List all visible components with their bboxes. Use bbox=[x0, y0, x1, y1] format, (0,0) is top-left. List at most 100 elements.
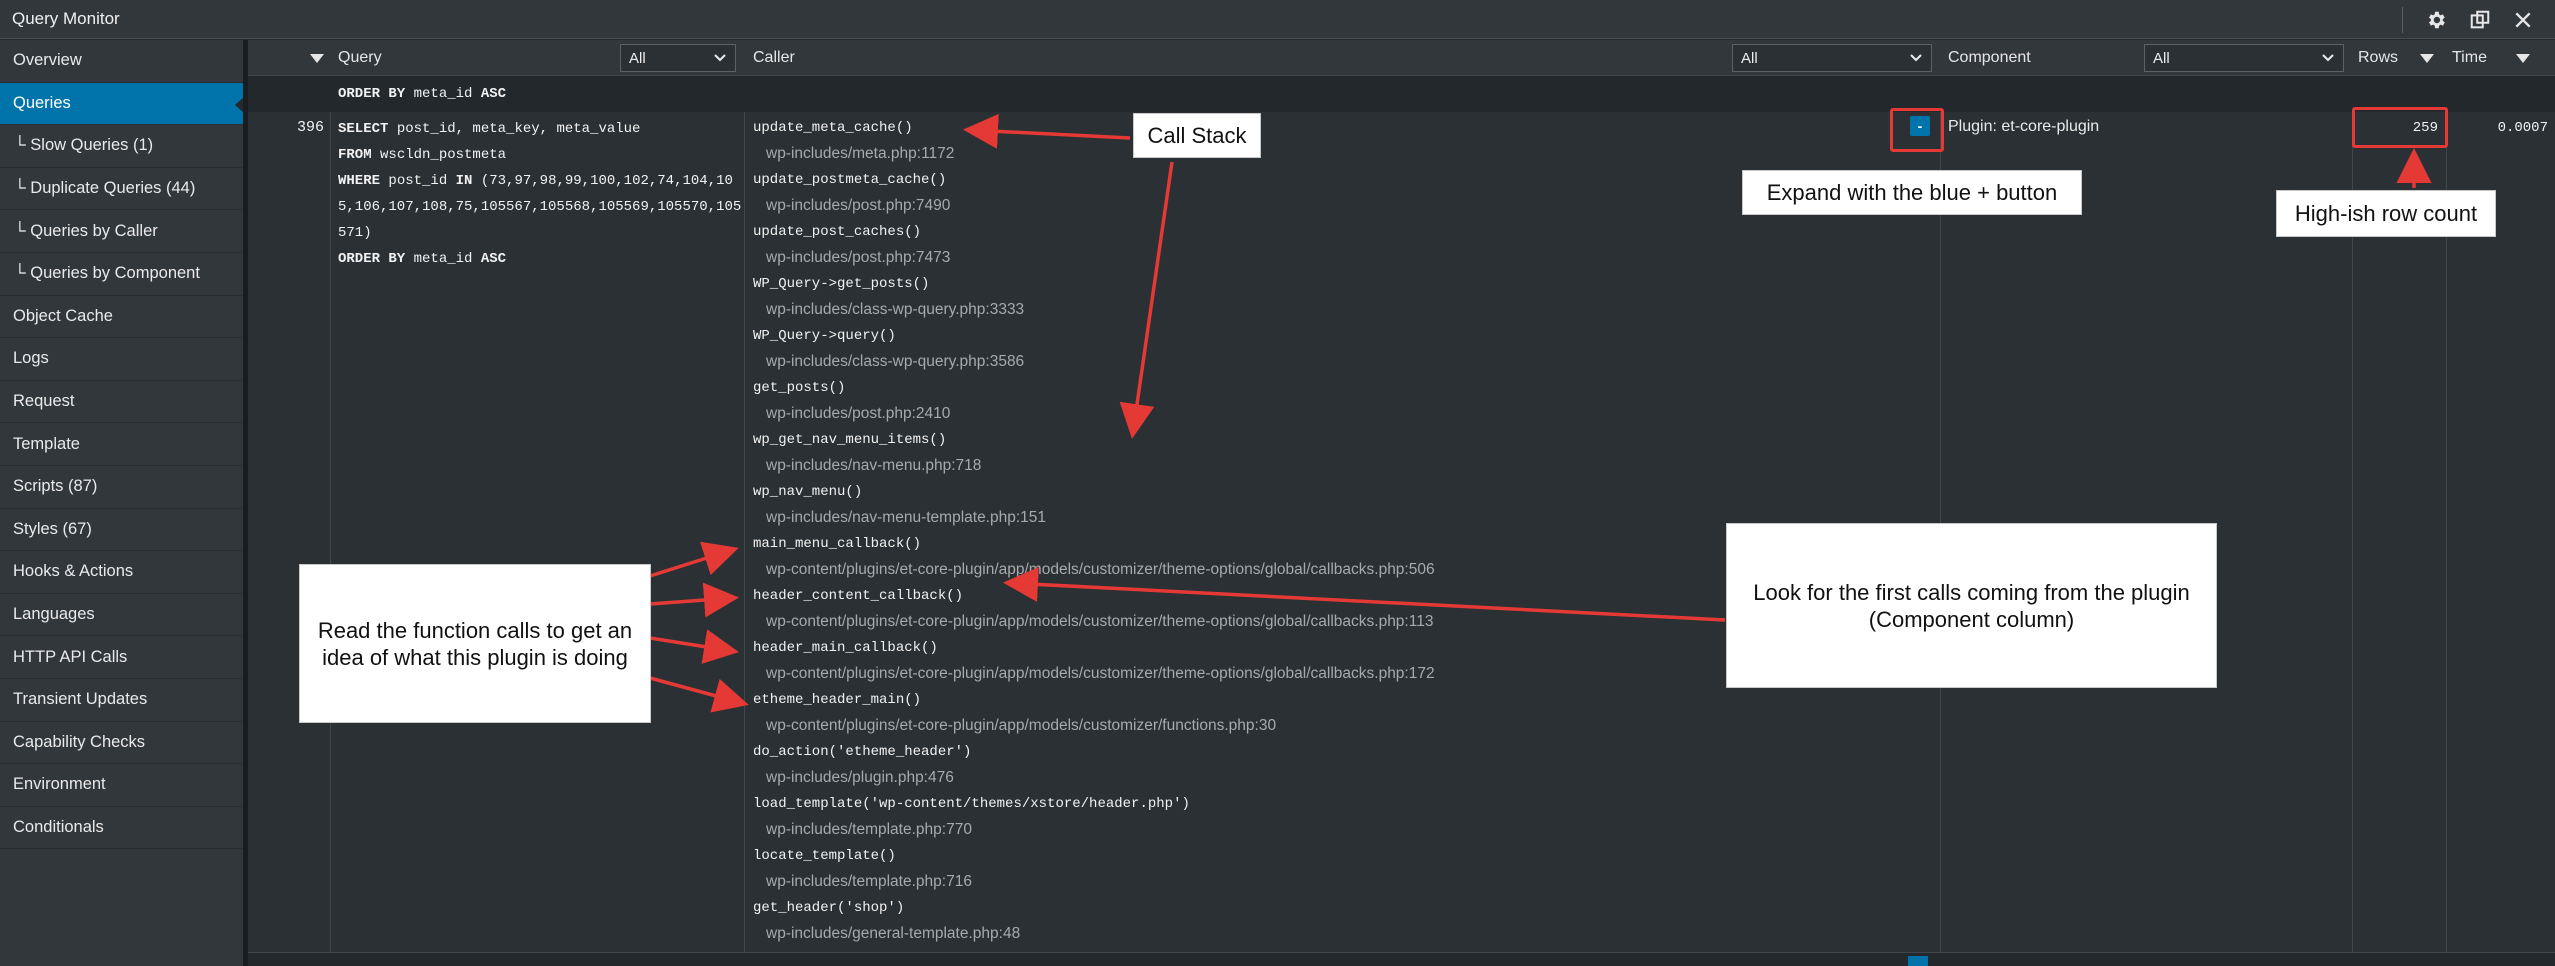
query-line: SELECT post_id, meta_key, meta_value bbox=[338, 121, 641, 137]
table-row-next bbox=[248, 952, 2555, 966]
caller-function: wp_nav_menu() bbox=[753, 484, 863, 500]
annotation-row-count: High-ish row count bbox=[2276, 190, 2496, 237]
highlight-expand-button bbox=[1890, 108, 1944, 152]
query-time: 0.0007 bbox=[2497, 120, 2548, 136]
gear-icon[interactable] bbox=[2425, 9, 2447, 31]
component-filter-select[interactable]: All bbox=[2144, 44, 2344, 72]
chevron-down-icon bbox=[1910, 54, 1922, 62]
sidebar-item-logs[interactable]: Logs bbox=[0, 338, 243, 381]
caller-file-path[interactable]: wp-includes/post.php:2410 bbox=[766, 405, 950, 423]
component-name: Plugin: et-core-plugin bbox=[1948, 118, 2100, 135]
query-line: 5,106,107,108,75,105567,105568,105569,10… bbox=[338, 199, 742, 215]
query-line: FROM wscldn_postmeta bbox=[338, 147, 507, 163]
sidebar-item-queries-by-component[interactable]: └ Queries by Component bbox=[0, 253, 243, 296]
highlight-row-count bbox=[2352, 107, 2448, 148]
caller-function: update_meta_cache() bbox=[753, 120, 913, 136]
sidebar-item-transient-updates[interactable]: Transient Updates bbox=[0, 679, 243, 722]
caller-file-path[interactable]: wp-includes/general-template.php:48 bbox=[766, 925, 1020, 943]
sort-triangle-icon[interactable] bbox=[310, 54, 324, 63]
chevron-down-icon bbox=[714, 54, 726, 62]
sidebar-item-languages[interactable]: Languages bbox=[0, 594, 243, 637]
query-line: ORDER BY meta_id ASC bbox=[338, 251, 507, 267]
caller-file-path[interactable]: wp-includes/template.php:770 bbox=[766, 821, 972, 839]
popout-icon[interactable] bbox=[2469, 9, 2491, 31]
caller-file-path[interactable]: wp-includes/plugin.php:476 bbox=[766, 769, 954, 787]
caller-function: main_menu_callback() bbox=[753, 536, 922, 552]
sidebar-item-conditionals[interactable]: Conditionals bbox=[0, 807, 243, 850]
caller-file-path[interactable]: wp-includes/post.php:7473 bbox=[766, 249, 950, 267]
caller-function: do_action('etheme_header') bbox=[753, 744, 972, 760]
caller-function: get_header('shop') bbox=[753, 900, 905, 916]
caller-function: update_postmeta_cache() bbox=[753, 172, 947, 188]
toolbar-divider bbox=[2402, 6, 2403, 33]
row-number: 396 bbox=[296, 119, 324, 136]
caller-file-path[interactable]: wp-includes/post.php:7490 bbox=[766, 197, 950, 215]
sidebar-item-environment[interactable]: Environment bbox=[0, 764, 243, 807]
sidebar-item-http-api-calls[interactable]: HTTP API Calls bbox=[0, 636, 243, 679]
caller-function: get_posts() bbox=[753, 380, 846, 396]
query-line: ORDER BY meta_id ASC bbox=[338, 86, 507, 102]
column-divider bbox=[330, 40, 331, 966]
column-divider bbox=[2446, 40, 2447, 966]
column-header-caller: Caller bbox=[753, 49, 795, 66]
sidebar-item-capability-checks[interactable]: Capability Checks bbox=[0, 722, 243, 765]
annotation-first-calls: Look for the first calls coming from the… bbox=[1726, 523, 2217, 688]
query-filter-value: All bbox=[629, 49, 646, 67]
query-line: WHERE post_id IN (73,97,98,99,100,102,74… bbox=[338, 173, 733, 189]
sidebar-item-overview[interactable]: Overview bbox=[0, 40, 243, 83]
caller-file-path[interactable]: wp-includes/class-wp-query.php:3586 bbox=[766, 353, 1024, 371]
sidebar-item-styles[interactable]: Styles (67) bbox=[0, 509, 243, 552]
expand-toggle-button[interactable] bbox=[1908, 956, 1928, 966]
chevron-down-icon bbox=[2322, 54, 2334, 62]
sidebar-item-queries[interactable]: Queries bbox=[0, 82, 244, 126]
caller-function: load_template('wp-content/themes/xstore/… bbox=[753, 796, 1190, 812]
caller-file-path[interactable]: wp-includes/meta.php:1172 bbox=[766, 145, 954, 163]
queries-table: Query All Caller All Component All Rows … bbox=[248, 40, 2555, 966]
column-header-rows[interactable]: Rows bbox=[2358, 40, 2398, 76]
caller-function: locate_template() bbox=[753, 848, 896, 864]
sidebar-item-scripts[interactable]: Scripts (87) bbox=[0, 466, 243, 509]
column-divider bbox=[2352, 40, 2353, 966]
title-bar-tools bbox=[2402, 0, 2533, 39]
sidebar-item-template[interactable]: Template bbox=[0, 423, 243, 466]
caller-function: header_content_callback() bbox=[753, 588, 964, 604]
sidebar-item-object-cache[interactable]: Object Cache bbox=[0, 296, 243, 339]
sidebar-nav: Overview Queries └ Slow Queries (1) └ Du… bbox=[0, 40, 244, 966]
title-bar: Query Monitor bbox=[0, 0, 2555, 39]
query-line: 571) bbox=[338, 225, 372, 241]
caller-function: header_main_callback() bbox=[753, 640, 938, 656]
caller-file-path[interactable]: wp-content/plugins/et-core-plugin/app/mo… bbox=[766, 717, 1276, 735]
caller-file-path[interactable]: wp-content/plugins/et-core-plugin/app/mo… bbox=[766, 561, 1435, 579]
sort-triangle-icon[interactable] bbox=[2420, 54, 2434, 63]
sidebar-item-slow-queries[interactable]: └ Slow Queries (1) bbox=[0, 125, 243, 168]
caller-file-path[interactable]: wp-includes/class-wp-query.php:3333 bbox=[766, 301, 1024, 319]
caller-function: WP_Query->get_posts() bbox=[753, 276, 930, 292]
caller-function: etheme_header_main() bbox=[753, 692, 922, 708]
caller-function: WP_Query->query() bbox=[753, 328, 896, 344]
column-header-time[interactable]: Time bbox=[2452, 40, 2487, 76]
annotation-expand-button: Expand with the blue + button bbox=[1742, 170, 2082, 215]
column-header-component: Component bbox=[1948, 49, 2031, 66]
sidebar-item-queries-by-caller[interactable]: └ Queries by Caller bbox=[0, 210, 243, 253]
caller-function: update_post_caches() bbox=[753, 224, 922, 240]
close-icon[interactable] bbox=[2513, 10, 2533, 30]
table-header: Query All Caller All Component All Rows … bbox=[248, 40, 2555, 76]
column-header-query: Query bbox=[338, 49, 382, 66]
caller-filter-select[interactable]: All bbox=[1732, 44, 1932, 72]
component-filter-value: All bbox=[2153, 49, 2170, 67]
table-row-previous: ORDER BY meta_id ASC bbox=[248, 76, 2555, 112]
caller-file-path[interactable]: wp-includes/template.php:716 bbox=[766, 873, 972, 891]
annotation-read-calls: Read the function calls to get an idea o… bbox=[299, 564, 651, 723]
sort-triangle-icon[interactable] bbox=[2516, 54, 2530, 63]
caller-filter-value: All bbox=[1741, 49, 1758, 67]
sidebar-item-request[interactable]: Request bbox=[0, 381, 243, 424]
sidebar-item-hooks-actions[interactable]: Hooks & Actions bbox=[0, 551, 243, 594]
annotation-call-stack: Call Stack bbox=[1133, 113, 1261, 158]
sidebar-item-duplicate-queries[interactable]: └ Duplicate Queries (44) bbox=[0, 168, 243, 211]
caller-file-path[interactable]: wp-content/plugins/et-core-plugin/app/mo… bbox=[766, 613, 1433, 631]
caller-file-path[interactable]: wp-content/plugins/et-core-plugin/app/mo… bbox=[766, 665, 1435, 683]
window-title: Query Monitor bbox=[12, 9, 120, 28]
caller-file-path[interactable]: wp-includes/nav-menu-template.php:151 bbox=[766, 509, 1046, 527]
caller-file-path[interactable]: wp-includes/nav-menu.php:718 bbox=[766, 457, 981, 475]
query-filter-select[interactable]: All bbox=[620, 44, 736, 72]
